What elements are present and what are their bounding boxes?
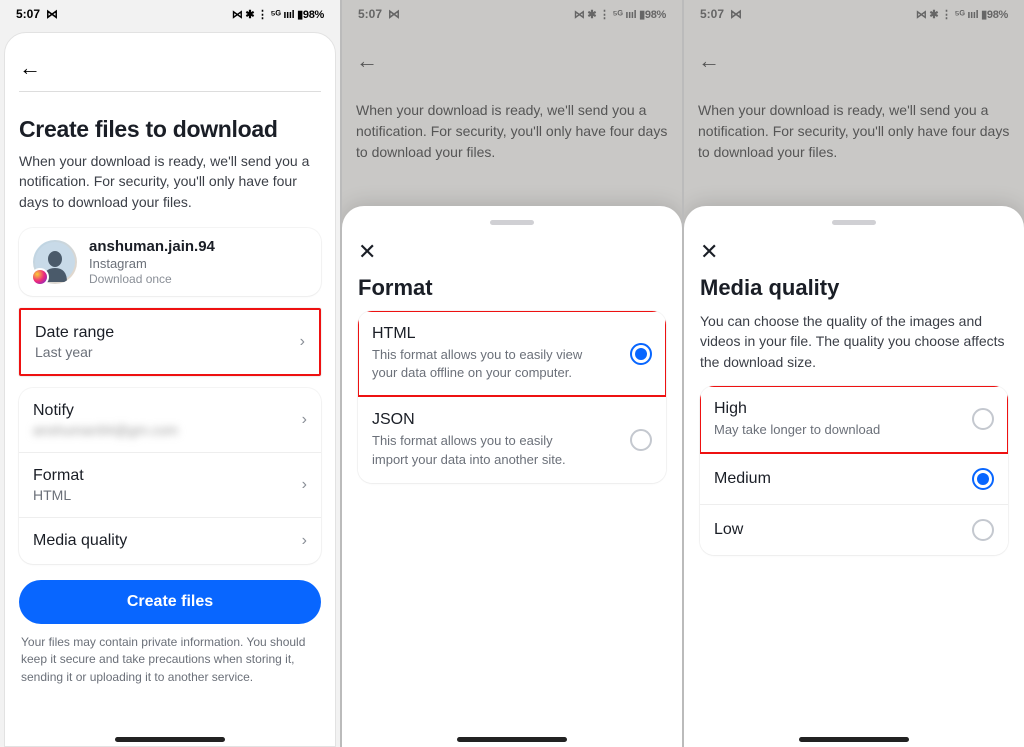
format-options: HTML This format allows you to easily vi… [358,311,666,483]
media-quality-bottom-sheet: ✕ Media quality You can choose the quali… [684,206,1024,747]
page-title: Create files to download [19,116,321,143]
sheet-title: Format [358,275,666,301]
radio-unchecked-icon [630,429,652,451]
status-indicators: ⋈ ✱ ⋮ ⁵ᴳ ıııl ▮98% [574,8,666,21]
notify-value: anshuman94@gm.com [33,422,178,438]
format-option-html[interactable]: HTML This format allows you to easily vi… [358,311,666,396]
radio-checked-icon [972,468,994,490]
footer-note: Your files may contain private informati… [19,634,321,702]
page-subtitle: When your download is ready, we'll send … [19,151,321,212]
home-indicator[interactable] [457,737,567,742]
quality-option-low[interactable]: Low [700,504,1008,555]
home-indicator[interactable] [799,737,909,742]
format-bottom-sheet: ✕ Format HTML This format allows you to … [342,206,682,747]
status-indicators: ⋈ ✱ ⋮ ⁵ᴳ ıııl ▮98% [916,8,1008,21]
status-bar: 5:07⋈ ⋈ ✱ ⋮ ⁵ᴳ ıııl ▮98% [0,0,340,28]
option-desc: This format allows you to easily view yo… [372,346,592,382]
option-desc: This format allows you to easily import … [372,432,592,468]
main-sheet: ← Create files to download When your dow… [4,32,336,747]
screen-media-quality-picker: 5:07⋈ ⋈ ✱ ⋮ ⁵ᴳ ıııl ▮98% ← When your dow… [684,0,1024,747]
chevron-right-icon: › [300,333,305,351]
sheet-title: Media quality [700,275,1008,301]
back-button-dimmed: ← [356,46,386,76]
status-time: 5:07 [16,7,40,21]
quality-options: High May take longer to download Medium … [700,386,1008,555]
back-button[interactable]: ← [19,53,49,83]
dimmed-background: ← When your download is ready, we'll sen… [342,28,682,173]
dimmed-background: ← When your download is ready, we'll sen… [684,28,1024,173]
radio-unchecked-icon [972,408,994,430]
back-button-dimmed: ← [698,46,728,76]
create-files-button[interactable]: Create files [19,580,321,624]
account-platform: Instagram [89,256,215,271]
status-time: 5:07 [700,7,724,21]
screen-format-picker: 5:07⋈ ⋈ ✱ ⋮ ⁵ᴳ ıııl ▮98% ← When your dow… [342,0,682,747]
radio-unchecked-icon [972,519,994,541]
format-value: HTML [33,487,84,503]
notify-row[interactable]: Notify anshuman94@gm.com › [19,388,321,452]
sheet-description: You can choose the quality of the images… [700,311,1008,372]
instagram-badge-icon [31,268,49,286]
media-quality-row[interactable]: Media quality › [19,517,321,564]
option-label: HTML [372,325,592,343]
option-label: High [714,400,880,418]
home-indicator[interactable] [115,737,225,742]
quality-option-high[interactable]: High May take longer to download [700,386,1008,453]
close-button[interactable]: ✕ [358,235,666,269]
chevron-right-icon: › [302,476,307,494]
account-username: anshuman.jain.94 [89,238,215,255]
option-desc: May take longer to download [714,421,880,439]
option-label: Medium [714,470,771,488]
status-indicators: ⋈ ✱ ⋮ ⁵ᴳ ıııl ▮98% [232,8,324,21]
chevron-right-icon: › [302,411,307,429]
date-range-value: Last year [35,344,114,360]
media-quality-label: Media quality [33,532,127,550]
status-bar: 5:07⋈ ⋈ ✱ ⋮ ⁵ᴳ ıııl ▮98% [342,0,682,28]
quality-option-medium[interactable]: Medium [700,453,1008,504]
format-option-json[interactable]: JSON This format allows you to easily im… [358,396,666,482]
close-button[interactable]: ✕ [700,235,1008,269]
sheet-handle[interactable] [490,220,534,225]
account-download-note: Download once [89,272,215,286]
bg-subtitle: When your download is ready, we'll send … [356,100,668,163]
format-label: Format [33,467,84,485]
notify-label: Notify [33,402,178,420]
date-range-row[interactable]: Date range Last year › [19,308,321,376]
bg-subtitle: When your download is ready, we'll send … [698,100,1010,163]
format-row[interactable]: Format HTML › [19,452,321,517]
sheet-handle[interactable] [832,220,876,225]
option-label: Low [714,521,743,539]
status-time: 5:07 [358,7,382,21]
date-range-label: Date range [35,324,114,342]
radio-checked-icon [630,343,652,365]
screen-create-files: 5:07⋈ ⋈ ✱ ⋮ ⁵ᴳ ıııl ▮98% ← Create files … [0,0,340,747]
status-bar: 5:07⋈ ⋈ ✱ ⋮ ⁵ᴳ ıııl ▮98% [684,0,1024,28]
chevron-right-icon: › [302,532,307,550]
option-label: JSON [372,411,592,429]
account-card[interactable]: anshuman.jain.94 Instagram Download once [19,228,321,296]
